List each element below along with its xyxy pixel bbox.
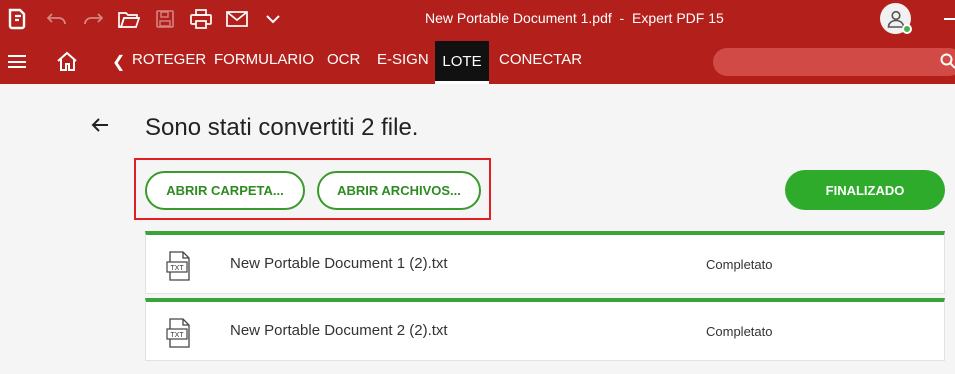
print-icon[interactable] [189,7,213,31]
tab-ocr[interactable]: OCR [327,51,360,68]
online-status-dot [902,24,912,34]
file-row[interactable]: TXT New Portable Document 2 (2).txt Comp… [145,298,945,361]
minimize-button[interactable] [944,18,955,20]
open-folder-icon[interactable] [117,7,141,31]
file-name: New Portable Document 1 (2).txt [230,255,448,272]
menu-icon[interactable] [8,55,26,68]
open-folder-button[interactable]: ABRIR CARPETA... [145,171,305,210]
tab-lote[interactable]: LOTE [435,41,489,84]
search-input[interactable] [713,48,955,76]
back-arrow-icon[interactable] [91,117,109,133]
home-icon[interactable] [56,51,78,71]
file-name: New Portable Document 2 (2).txt [230,322,448,339]
tab-esign[interactable]: E-SIGN [377,51,429,68]
search-icon[interactable] [940,53,955,74]
page-title: Sono stati convertiti 2 file. [145,114,419,141]
save-icon[interactable] [153,7,177,31]
file-row[interactable]: TXT New Portable Document 1 (2).txt Comp… [145,231,945,294]
tab-conectar[interactable]: CONECTAR [499,51,582,68]
user-icon [887,10,904,28]
tab-proteger[interactable]: ROTEGER [132,51,206,68]
svg-text:TXT: TXT [170,332,184,339]
open-files-button[interactable]: ABRIR ARCHIVOS... [317,171,481,210]
undo-icon[interactable] [45,7,69,31]
tab-formulario[interactable]: FORMULARIO [214,51,314,68]
window-title: New Portable Document 1.pdf - Expert PDF… [425,10,724,26]
svg-text:TXT: TXT [170,265,184,272]
ribbon-bar: ❮ ROTEGER FORMULARIO OCR E-SIGN LOTE CON… [0,38,955,84]
redo-icon[interactable] [81,7,105,31]
chevron-down-icon[interactable] [261,7,285,31]
finish-button[interactable]: FINALIZADO [785,170,945,210]
scroll-tabs-left-icon[interactable]: ❮ [112,52,125,72]
file-status: Completato [706,324,773,339]
app-logo-icon[interactable] [5,7,29,31]
txt-file-icon: TXT [166,251,192,281]
user-avatar[interactable] [880,3,912,34]
mail-icon[interactable] [225,7,249,31]
file-status: Completato [706,257,773,272]
txt-file-icon: TXT [166,318,192,348]
title-bar: New Portable Document 1.pdf - Expert PDF… [0,0,955,38]
